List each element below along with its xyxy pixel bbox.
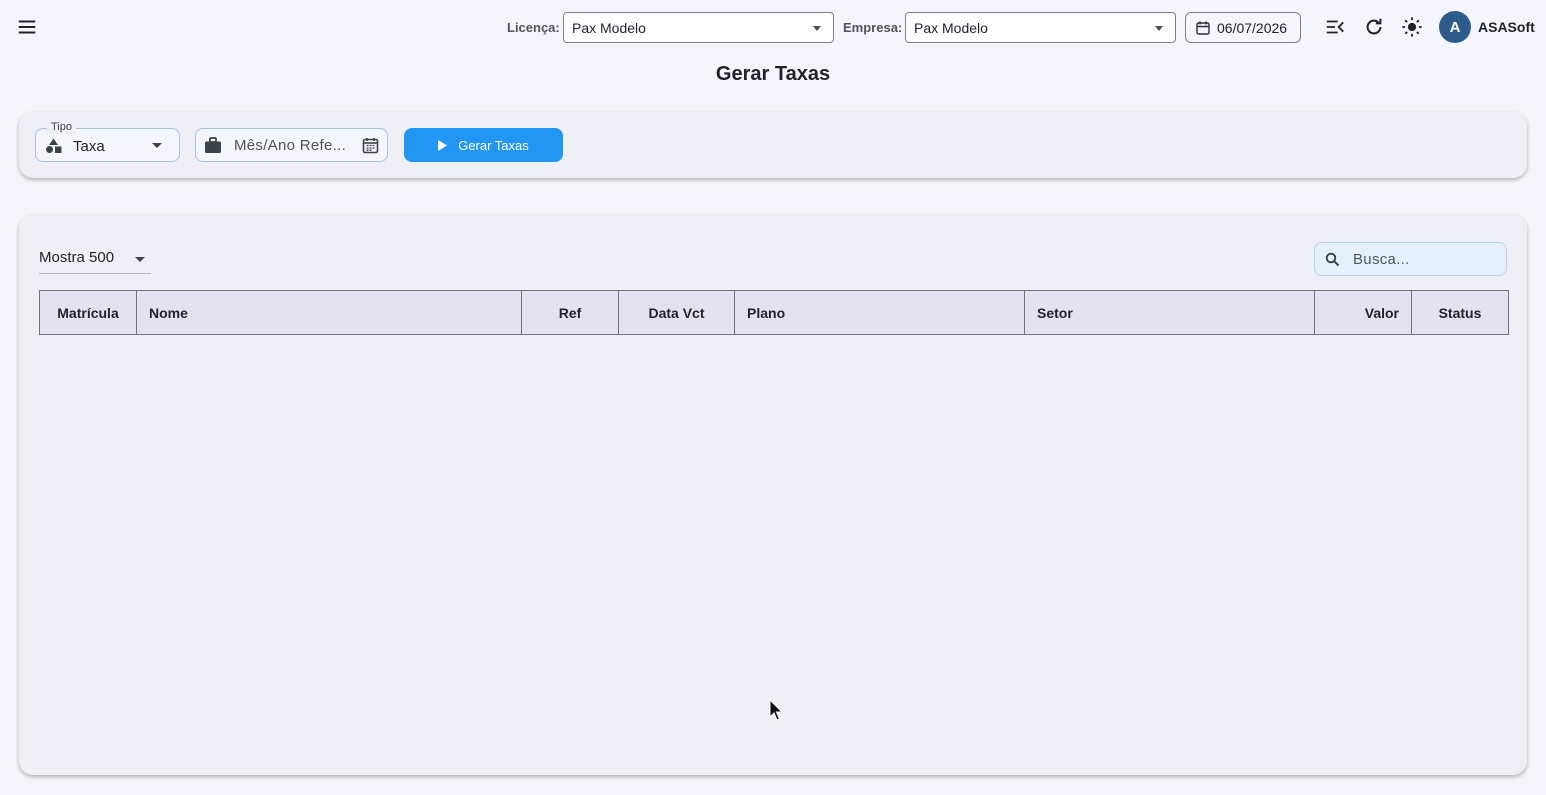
reference-month-input[interactable] [234,133,354,157]
avatar[interactable]: A [1439,11,1471,43]
tipo-select[interactable]: Tipo Taxa [35,120,180,162]
chevron-down-icon [1155,26,1163,31]
generate-fees-button[interactable]: Gerar Taxas [404,128,563,162]
chevron-down-icon [813,26,821,31]
licenca-value: Pax Modelo [572,19,646,36]
collapse-menu-icon[interactable] [1322,14,1348,40]
column-header-data-vct[interactable]: Data Vct [618,290,735,335]
calendar-icon [1196,21,1210,35]
calendar-icon[interactable] [362,137,379,154]
column-header-nome[interactable]: Nome [136,290,522,335]
generate-fees-label: Gerar Taxas [458,137,529,153]
tipo-label: Tipo [47,120,76,134]
licenca-label: Licença: [507,20,560,35]
column-header-plano[interactable]: Plano [734,290,1025,335]
shapes-icon [46,138,62,153]
column-header-valor[interactable]: Valor [1314,290,1412,335]
search-icon [1325,252,1340,267]
empresa-value: Pax Modelo [914,19,988,36]
sun-icon[interactable] [1399,14,1425,40]
empresa-select[interactable]: Pax Modelo [905,12,1176,43]
user-name[interactable]: ASASoft [1478,19,1535,35]
empresa-label: Empresa: [843,20,903,35]
table-card: Mostra 500 Matrícula Nome Ref Data Vct [19,215,1527,775]
column-header-status[interactable]: Status [1411,290,1509,335]
licenca-select[interactable]: Pax Modelo [563,12,834,43]
briefcase-icon [205,137,221,153]
column-header-setor[interactable]: Setor [1024,290,1315,335]
date-value: 06/07/2026 [1217,19,1288,36]
tipo-value: Taxa [73,138,105,155]
search-field[interactable] [1314,242,1507,276]
mouse-pointer-icon [769,699,784,721]
search-input[interactable] [1353,247,1493,271]
filter-card: Tipo Taxa Gerar Taxas [19,112,1527,178]
page-title: Gerar Taxas [715,63,831,85]
column-header-ref[interactable]: Ref [521,290,619,335]
data-table: Matrícula Nome Ref Data Vct Plano Setor … [39,290,1509,335]
table-header-row: Matrícula Nome Ref Data Vct Plano Setor … [39,290,1509,335]
reference-month-field[interactable] [195,128,388,162]
page-size-select[interactable]: Mostra 500 [39,247,151,274]
page-size-value: Mostra 500 [39,249,115,266]
top-bar: Licença: Pax Modelo Empresa: Pax Modelo … [0,0,1546,55]
play-icon [438,139,448,151]
menu-icon[interactable] [14,15,40,39]
chevron-down-icon [135,257,145,262]
date-picker[interactable]: 06/07/2026 [1185,12,1301,43]
refresh-icon[interactable] [1361,14,1387,40]
chevron-down-icon [152,143,162,148]
column-header-matricula[interactable]: Matrícula [39,290,137,335]
